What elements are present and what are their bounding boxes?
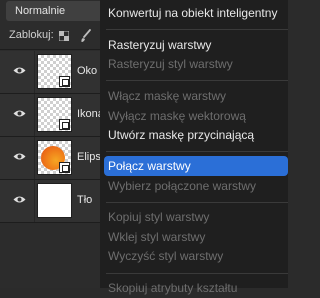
menu-item-convert-to-smart-object[interactable]: Konwertuj na obiekt inteligentny	[104, 3, 288, 23]
lock-bar: Zablokuj:	[0, 26, 100, 46]
layer-row-ikona[interactable]: Ikona	[0, 94, 104, 136]
menu-item-copy-layer-style[interactable]: Kopiuj styl warstwy	[104, 207, 288, 227]
layer-thumbnail	[37, 54, 72, 89]
divider	[0, 222, 100, 223]
lock-image-pixels-brush-icon[interactable]	[80, 29, 92, 43]
menu-item-create-clipping-mask[interactable]: Utwórz maskę przycinającą	[104, 125, 288, 145]
eye-icon[interactable]	[13, 195, 26, 204]
lock-transparent-pixels-icon[interactable]	[59, 31, 69, 41]
layer-row-tlo[interactable]: Tło	[0, 180, 100, 222]
eye-icon[interactable]	[13, 109, 26, 118]
smart-object-icon	[59, 119, 70, 130]
menu-item-paste-layer-style[interactable]: Wklej styl warstwy	[104, 227, 288, 247]
divider	[34, 137, 35, 179]
menu-separator	[106, 29, 288, 30]
menu-separator	[106, 202, 288, 203]
lock-label: Zablokuj:	[9, 29, 54, 41]
menu-separator	[106, 151, 288, 152]
context-menu: Konwertuj na obiekt inteligentny Rastery…	[100, 0, 288, 295]
menu-separator	[106, 80, 288, 81]
menu-item-rasterize-layer-style[interactable]: Rasteryzuj styl warstwy	[104, 54, 288, 74]
menu-item-link-layers[interactable]: Połącz warstwy	[104, 156, 288, 176]
layer-name: Tło	[77, 194, 93, 206]
smart-object-icon	[59, 76, 70, 87]
smart-object-icon	[59, 162, 70, 173]
divider	[34, 180, 35, 222]
menu-item-select-linked-layers[interactable]: Wybierz połączone warstwy	[104, 176, 288, 196]
layer-thumbnail	[37, 140, 72, 175]
divider	[34, 94, 35, 136]
eye-icon[interactable]	[13, 152, 26, 161]
menu-item-clear-layer-style[interactable]: Wyczyść styl warstwy	[104, 246, 288, 266]
blend-mode-value: Normalnie	[15, 5, 66, 17]
menu-item-enable-layer-mask[interactable]: Włącz maskę warstwy	[104, 86, 288, 106]
menu-separator	[106, 273, 288, 274]
layer-thumbnail	[37, 183, 72, 218]
layers-panel: Normalnie Zablokuj: Oko Ikona Elipsa Tło	[0, 0, 126, 288]
divider	[34, 51, 35, 93]
divider	[0, 49, 100, 50]
menu-item-disable-vector-mask[interactable]: Wyłącz maskę wektorową	[104, 106, 288, 126]
layer-row-elipsa[interactable]: Elipsa	[0, 137, 107, 179]
menu-item-rasterize-layers[interactable]: Rasteryzuj warstwy	[104, 35, 288, 55]
layer-thumbnail	[37, 97, 72, 132]
eye-icon[interactable]	[13, 66, 26, 75]
layer-name: Oko	[77, 65, 98, 77]
layer-row-oko[interactable]: Oko	[0, 51, 100, 93]
menu-item-copy-shape-attributes[interactable]: Skopiuj atrybuty kształtu	[104, 278, 288, 298]
